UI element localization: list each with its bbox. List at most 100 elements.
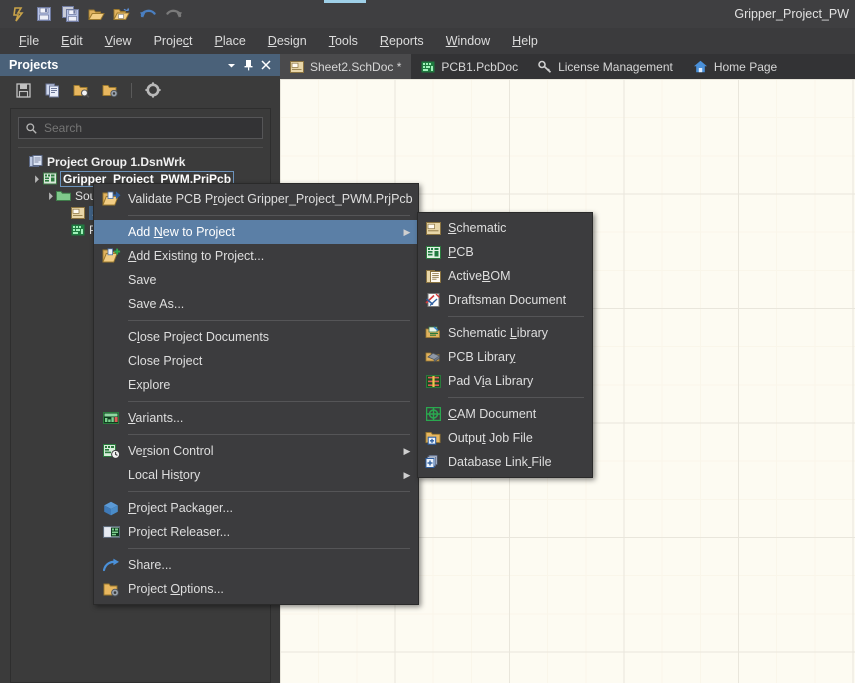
- tab-license-management[interactable]: License Management: [528, 54, 683, 79]
- menu-item-explore[interactable]: Explore: [94, 373, 418, 397]
- search-icon: [26, 122, 37, 134]
- submenu-separator: [448, 397, 584, 398]
- menu-window[interactable]: Window: [435, 31, 501, 51]
- title-bar: Gripper_Project_PW: [0, 0, 855, 28]
- menu-item-project-releaser[interactable]: Project Releaser...: [94, 520, 418, 544]
- menu-item-save-as[interactable]: Save As...: [94, 292, 418, 316]
- tab-label: PCB1.PcbDoc: [441, 59, 519, 74]
- submenu-item-label: Output Job File: [448, 431, 533, 445]
- menu-item-add-new-to-project[interactable]: Add New to Project ▶: [94, 220, 418, 244]
- menu-item-label: Add New to Project: [128, 225, 236, 239]
- schematic-doc-icon: [69, 206, 86, 219]
- home-icon: [693, 60, 708, 73]
- expand-collapse-icon[interactable]: ◢: [42, 188, 56, 202]
- menu-item-label: Variants...: [128, 411, 184, 425]
- submenu-item-pcb[interactable]: PCB: [418, 240, 592, 264]
- share-icon: [94, 558, 128, 572]
- menu-place[interactable]: Place: [204, 31, 257, 51]
- menu-item-close-project[interactable]: Close Project: [94, 349, 418, 373]
- menu-view[interactable]: View: [94, 31, 143, 51]
- submenu-item-schematic-library[interactable]: Schematic Library: [418, 321, 592, 345]
- panel-pin-button[interactable]: [240, 56, 257, 74]
- submenu-item-cam-document[interactable]: CAM Document: [418, 402, 592, 426]
- submenu-item-label: Draftsman Document: [448, 293, 567, 307]
- menu-item-local-history[interactable]: Local History ▶: [94, 463, 418, 487]
- pcb-doc-icon: [69, 224, 86, 236]
- menu-item-save[interactable]: Save: [94, 268, 418, 292]
- panel-save-icon[interactable]: [12, 79, 34, 101]
- submenu-item-label: Pad Via Library: [448, 374, 534, 388]
- menu-project[interactable]: Project: [143, 31, 204, 51]
- window-title: Gripper_Project_PW: [734, 7, 849, 21]
- open-icon[interactable]: [84, 2, 108, 26]
- redo-icon[interactable]: [162, 2, 186, 26]
- submenu-item-draftsman-document[interactable]: Draftsman Document: [418, 288, 592, 312]
- submenu-item-pcb-library[interactable]: PCB Library: [418, 345, 592, 369]
- validate-project-icon: [94, 191, 128, 207]
- menu-file[interactable]: File: [8, 31, 50, 51]
- tab-label: License Management: [558, 59, 673, 74]
- tree-item-label: Project Group 1.DsnWrk: [47, 154, 186, 169]
- tree-item[interactable]: Project Group 1.DsnWrk: [11, 153, 270, 170]
- menu-item-label: Add Existing to Project...: [128, 249, 265, 263]
- altium-logo-icon[interactable]: [6, 2, 30, 26]
- menu-design[interactable]: Design: [257, 31, 318, 51]
- submenu-item-pad-via-library[interactable]: Pad Via Library: [418, 369, 592, 393]
- activebom-icon: [418, 269, 448, 283]
- tab-pcb1-pcbdoc[interactable]: PCB1.PcbDoc: [411, 54, 528, 79]
- menu-tools[interactable]: Tools: [318, 31, 369, 51]
- menu-item-label: Version Control: [128, 444, 214, 458]
- folder-icon: [55, 190, 72, 202]
- menu-item-add-existing-to-project[interactable]: Add Existing to Project...: [94, 244, 418, 268]
- submenu-item-activebom[interactable]: ActiveBOM: [418, 264, 592, 288]
- project-packager-icon: [94, 501, 128, 516]
- search-box[interactable]: [18, 117, 263, 139]
- submenu-item-label: Database Link File: [448, 455, 552, 469]
- menu-item-label: Save As...: [128, 297, 185, 311]
- output-job-icon: [418, 431, 448, 445]
- panel-dropdown-button[interactable]: [223, 56, 240, 74]
- menu-item-project-packager[interactable]: Project Packager...: [94, 496, 418, 520]
- open-project-icon[interactable]: [110, 2, 134, 26]
- pcb-icon: [418, 245, 448, 259]
- active-tab-accent: [324, 0, 366, 3]
- tab-sheet2-schdoc[interactable]: Sheet2.SchDoc *: [280, 54, 412, 79]
- submenu-item-database-link-file[interactable]: Database Link File: [418, 450, 592, 474]
- menu-separator: [128, 548, 410, 549]
- menu-item-project-options[interactable]: Project Options...: [94, 577, 418, 601]
- menu-separator: [128, 491, 410, 492]
- menu-item-label: Project Options...: [128, 582, 224, 596]
- submenu-item-schematic[interactable]: Schematic: [418, 216, 592, 240]
- panel-project-options-icon[interactable]: [99, 79, 121, 101]
- undo-icon[interactable]: [136, 2, 160, 26]
- save-all-icon[interactable]: [58, 2, 82, 26]
- schematic-library-icon: [418, 326, 448, 340]
- save-icon[interactable]: [32, 2, 56, 26]
- schematic-icon: [418, 221, 448, 235]
- tab-home-page[interactable]: Home Page: [683, 54, 787, 79]
- submenu-item-label: ActiveBOM: [448, 269, 511, 283]
- submenu-item-label: Schematic: [448, 221, 507, 235]
- panel-close-button[interactable]: [257, 56, 274, 74]
- submenu-item-label: PCB: [448, 245, 474, 259]
- search-input[interactable]: [44, 121, 255, 135]
- menu-item-label: Explore: [128, 378, 171, 392]
- menu-item-close-project-documents[interactable]: Close Project Documents: [94, 325, 418, 349]
- menu-item-version-control[interactable]: Version Control ▶: [94, 439, 418, 463]
- pcb-project-icon: [41, 172, 58, 185]
- expand-collapse-icon[interactable]: ◢: [28, 171, 42, 185]
- pcb-doc-icon: [421, 61, 435, 73]
- menu-help[interactable]: Help: [501, 31, 549, 51]
- cam-document-icon: [418, 407, 448, 421]
- menu-item-variants[interactable]: Variants...: [94, 406, 418, 430]
- menu-edit[interactable]: Edit: [50, 31, 94, 51]
- menu-item-share[interactable]: Share...: [94, 553, 418, 577]
- menu-item-validate-pcb-project-gripper-project-pwm[interactable]: Validate PCB Project Gripper_Project_PWM…: [94, 187, 418, 211]
- panel-settings-icon[interactable]: [142, 79, 164, 101]
- panel-compile-icon[interactable]: [41, 79, 63, 101]
- menu-reports[interactable]: Reports: [369, 31, 435, 51]
- submenu-item-output-job-file[interactable]: Output Job File: [418, 426, 592, 450]
- tab-label: Home Page: [713, 59, 778, 74]
- menu-item-label: Close Project: [128, 354, 203, 368]
- panel-open-project-icon[interactable]: [70, 79, 92, 101]
